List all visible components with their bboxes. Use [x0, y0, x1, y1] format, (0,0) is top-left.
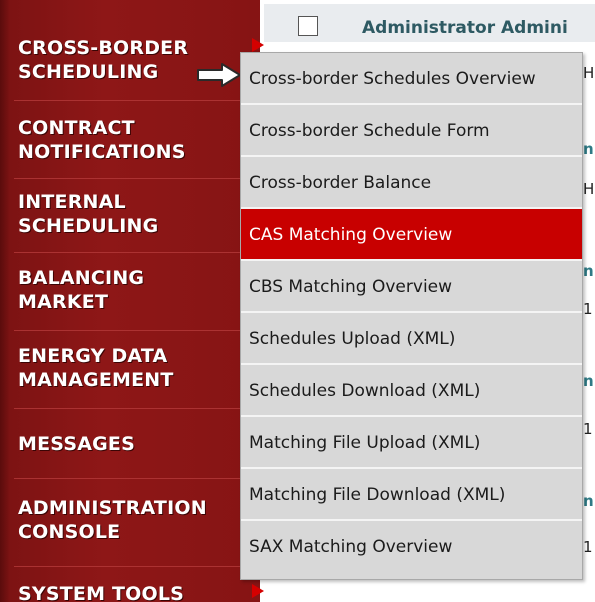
menu-item-matching-file-upload[interactable]: Matching File Upload (XML) — [241, 417, 582, 469]
nav-item-label: CROSS-BORDER SCHEDULING — [18, 37, 189, 83]
content-fragment: H — [583, 180, 595, 198]
content-fragment: n — [583, 372, 594, 390]
menu-item-cross-border-schedules-overview[interactable]: Cross-border Schedules Overview — [241, 53, 582, 105]
menu-item-sax-matching-overview[interactable]: SAX Matching Overview — [241, 521, 582, 573]
nav-divider — [14, 566, 242, 567]
content-fragment: n — [583, 140, 594, 158]
main-nav-sidebar: CROSS-BORDER SCHEDULING CONTRACT NOTIFIC… — [0, 0, 260, 602]
menu-item-schedules-upload[interactable]: Schedules Upload (XML) — [241, 313, 582, 365]
nav-item-internal-scheduling[interactable]: INTERNAL SCHEDULING — [0, 190, 252, 246]
content-fragment: H — [583, 64, 595, 82]
nav-divider — [14, 408, 242, 409]
menu-item-matching-file-download[interactable]: Matching File Download (XML) — [241, 469, 582, 521]
menu-item-cross-border-schedule-form[interactable]: Cross-border Schedule Form — [241, 105, 582, 157]
nav-divider — [14, 100, 242, 101]
content-fragment: n — [583, 262, 594, 280]
nav-divider — [14, 252, 242, 253]
menu-item-cas-matching-overview[interactable]: CAS Matching Overview — [241, 209, 582, 261]
menu-item-cross-border-balance[interactable]: Cross-border Balance — [241, 157, 582, 209]
nav-item-contract-notifications[interactable]: CONTRACT NOTIFICATIONS — [0, 116, 252, 172]
select-checkbox[interactable] — [298, 16, 318, 36]
nav-item-label: ENERGY DATA MANAGEMENT — [18, 345, 174, 391]
nav-divider — [14, 178, 242, 179]
menu-item-schedules-download[interactable]: Schedules Download (XML) — [241, 365, 582, 417]
triangle-right-icon — [252, 584, 264, 598]
content-fragment: 1 — [583, 300, 593, 318]
nav-item-administration-console[interactable]: ADMINISTRATION CONSOLE — [0, 496, 252, 552]
menu-item-cbs-matching-overview[interactable]: CBS Matching Overview — [241, 261, 582, 313]
content-fragment: 1 — [583, 420, 593, 438]
nav-item-system-tools[interactable]: SYSTEM TOOLS — [0, 582, 252, 602]
triangle-right-icon — [252, 38, 264, 52]
nav-item-messages[interactable]: MESSAGES — [0, 432, 252, 462]
nav-divider — [14, 478, 242, 479]
content-fragment: 1 — [583, 538, 593, 556]
nav-item-label: SYSTEM TOOLS — [18, 583, 185, 602]
nav-item-energy-data-management[interactable]: ENERGY DATA MANAGEMENT — [0, 344, 252, 400]
nav-item-label: ADMINISTRATION CONSOLE — [18, 497, 207, 543]
nav-item-label: MESSAGES — [18, 433, 135, 455]
arrow-right-icon — [197, 63, 241, 87]
content-fragment: n — [583, 492, 594, 510]
nav-item-balancing-market[interactable]: BALANCING MARKET — [0, 266, 252, 322]
page-title: Administrator Admini — [362, 18, 568, 38]
nav-divider — [14, 330, 242, 331]
cross-border-submenu: Cross-border Schedules Overview Cross-bo… — [240, 52, 583, 580]
nav-item-label: CONTRACT NOTIFICATIONS — [18, 117, 186, 163]
nav-item-label: BALANCING MARKET — [18, 267, 145, 313]
nav-item-label: INTERNAL SCHEDULING — [18, 191, 159, 237]
